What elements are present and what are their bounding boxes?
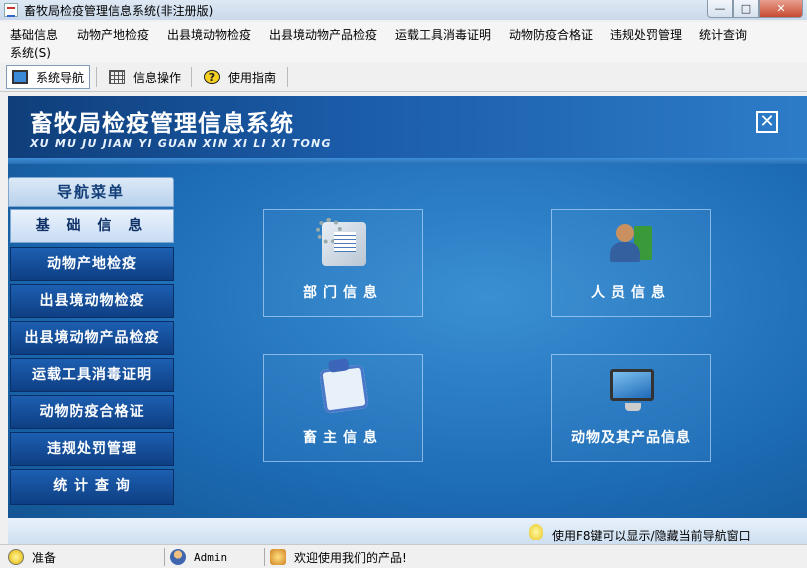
toolbar-user-guide[interactable]: ? 使用指南 [199,65,281,89]
nav-item-product-out-quarantine[interactable]: 出县境动物产品检疫 [10,321,174,355]
toolbar-separator [96,67,97,87]
nav-header: 导航菜单 [8,177,174,207]
status-message: 欢迎使用我们的产品! [270,547,407,567]
hint-text: 使用F8键可以显示/隐藏当前导航窗口 [552,529,751,543]
menu-statistics[interactable]: 统计查询 [699,27,747,43]
tile-personnel-info[interactable]: 人员信息 [551,209,711,317]
hint-bar: 使用F8键可以显示/隐藏当前导航窗口 [8,518,807,544]
menu-basic-info[interactable]: 基础信息 [10,27,58,43]
tile-label: 动物及其产品信息 [571,430,691,446]
toolbar-separator [287,67,288,87]
toolbar-separator [191,67,192,87]
owner-icon [319,364,369,414]
title-bar: 畜牧局检疫管理信息系统(非注册版) — □ ✕ [0,0,807,20]
department-icon [316,218,366,266]
menu-origin-quarantine[interactable]: 动物产地检疫 [77,27,149,43]
status-bar: 准备 Admin 欢迎使用我们的产品! [0,544,807,568]
toolbar-info-operation[interactable]: 信息操作 [104,65,186,89]
menu-system[interactable]: 系统(S) [10,45,51,61]
status-state: 准备 [8,547,56,567]
menu-product-out-quarantine[interactable]: 出县境动物产品检疫 [269,27,377,43]
menu-animal-out-quarantine[interactable]: 出县境动物检疫 [167,27,251,43]
menu-epidemic-certificate[interactable]: 动物防疫合格证 [509,27,593,43]
toolbar-label: 使用指南 [228,70,277,85]
banner: 畜牧局检疫管理信息系统 XU MU JU JIAN YI GUAN XIN XI… [8,96,807,164]
nav-item-origin-quarantine[interactable]: 动物产地检疫 [10,247,174,281]
close-icon[interactable]: ✕ [756,111,778,133]
tile-label: 部门信息 [303,285,383,301]
status-user: Admin [170,547,227,567]
menu-violation-penalty[interactable]: 违规处罚管理 [610,27,682,43]
close-button[interactable]: ✕ [759,0,803,18]
lightbulb-icon [529,524,543,540]
banner-title: 畜牧局检疫管理信息系统 [30,111,294,137]
toolbar-system-navigation[interactable]: 系统导航 [6,65,91,89]
status-message-text: 欢迎使用我们的产品! [294,550,407,565]
tile-owner-info[interactable]: 畜主信息 [263,354,423,462]
menu-bar: 基础信息 动物产地检疫 出县境动物检疫 出县境动物产品检疫 运载工具消毒证明 动… [0,22,807,62]
banner-subtitle: XU MU JU JIAN YI GUAN XIN XI LI XI TONG [30,137,332,150]
grid-icon [109,70,125,84]
tile-department-info[interactable]: 部门信息 [263,209,423,317]
nav-item-basic-info[interactable]: 基 础 信 息 [10,209,174,243]
window-title: 畜牧局检疫管理信息系统(非注册版) [24,3,214,18]
window-controls: — □ ✕ [707,0,803,18]
menu-vehicle-disinfection[interactable]: 运载工具消毒证明 [395,27,491,43]
status-separator [164,548,165,566]
status-user-text: Admin [194,550,228,564]
tile-animal-product-info[interactable]: 动物及其产品信息 [551,354,711,462]
nav-item-epidemic-certificate[interactable]: 动物防疫合格证 [10,395,174,429]
navigation-icon [12,70,28,84]
tile-label: 畜主信息 [303,430,383,446]
toolbar: 系统导航 信息操作 ? 使用指南 [0,62,807,92]
status-state-text: 准备 [32,550,57,565]
lightbulb-icon [8,549,24,565]
nav-item-statistics[interactable]: 统 计 查 询 [10,469,174,505]
nav-item-vehicle-disinfection[interactable]: 运载工具消毒证明 [10,358,174,392]
app-icon [4,3,18,17]
product-icon [270,549,286,565]
main-panel: 畜牧局检疫管理信息系统 XU MU JU JIAN YI GUAN XIN XI… [8,96,807,544]
toolbar-label: 系统导航 [36,70,85,85]
minimize-button[interactable]: — [707,0,733,18]
nav-item-violation-penalty[interactable]: 违规处罚管理 [10,432,174,466]
person-icon [610,222,654,266]
help-icon: ? [204,70,220,84]
status-separator [264,548,265,566]
tile-label: 人员信息 [591,285,671,301]
user-icon [170,549,186,565]
nav-item-animal-out-quarantine[interactable]: 出县境动物检疫 [10,284,174,318]
monitor-icon [610,369,654,411]
maximize-button[interactable]: □ [733,0,759,18]
toolbar-label: 信息操作 [133,70,182,85]
